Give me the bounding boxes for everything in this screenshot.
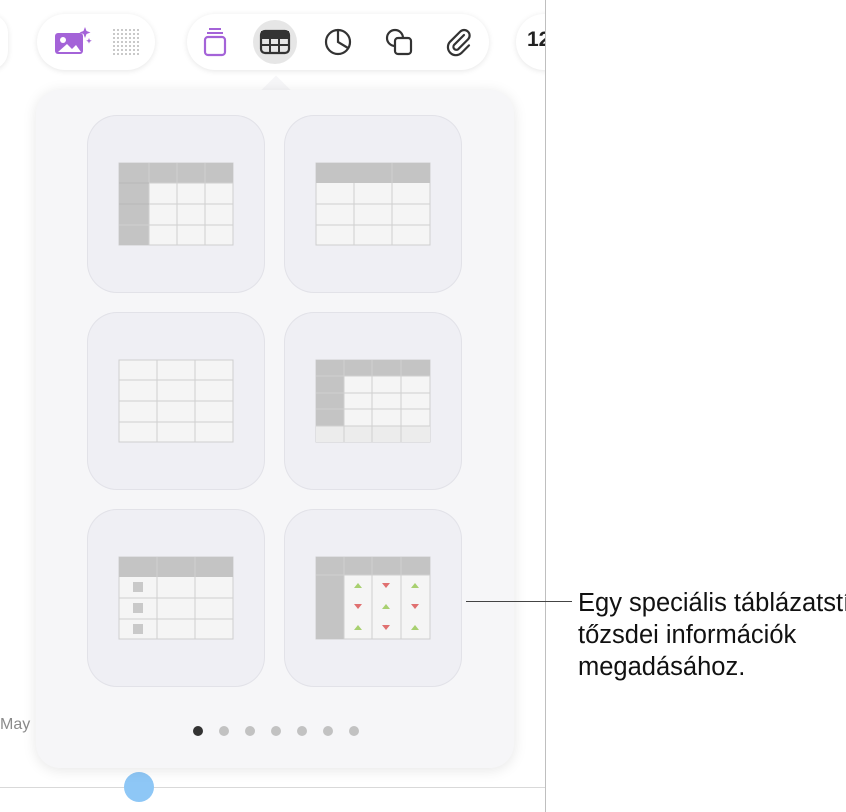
slider-knob[interactable] bbox=[124, 772, 154, 802]
table-thumbnail bbox=[315, 162, 431, 246]
table-style-header-row-column[interactable] bbox=[87, 115, 265, 293]
text-box-icon[interactable] bbox=[193, 20, 237, 64]
callout-line: Egy speciális táblázatstí bbox=[578, 589, 846, 617]
page-dot[interactable] bbox=[219, 726, 229, 736]
table-style-popover bbox=[36, 90, 514, 768]
table-thumbnail bbox=[118, 556, 234, 640]
app-screen: 12 May bbox=[0, 0, 546, 812]
grid-dots-icon[interactable] bbox=[104, 20, 148, 64]
callout-line: tőzsdei információk bbox=[578, 621, 797, 649]
image-sparkle-icon[interactable] bbox=[50, 20, 94, 64]
table-thumbnail bbox=[118, 162, 234, 246]
table-style-stock[interactable] bbox=[284, 509, 462, 687]
table-thumbnail bbox=[315, 556, 431, 640]
toolbar-left-stub bbox=[0, 14, 8, 70]
timeline-track bbox=[0, 787, 546, 788]
table-style-plain[interactable] bbox=[87, 312, 265, 490]
table-style-checklist[interactable] bbox=[87, 509, 265, 687]
table-style-header-row[interactable] bbox=[284, 115, 462, 293]
table-style-header-footer[interactable] bbox=[284, 312, 462, 490]
table-thumbnail bbox=[118, 359, 234, 443]
callout-caption: Egy speciális táblázatstí tőzsdei inform… bbox=[578, 587, 846, 683]
page-dot[interactable] bbox=[297, 726, 307, 736]
page-dot[interactable] bbox=[245, 726, 255, 736]
page-dot[interactable] bbox=[193, 726, 203, 736]
screen-edge bbox=[545, 0, 546, 812]
table-icon[interactable] bbox=[253, 20, 297, 64]
page-indicator[interactable] bbox=[193, 726, 359, 736]
axis-label: May bbox=[0, 716, 31, 733]
page-dot[interactable] bbox=[349, 726, 359, 736]
page-dot[interactable] bbox=[323, 726, 333, 736]
callout-leader-line bbox=[466, 601, 572, 602]
table-thumbnail bbox=[315, 359, 431, 443]
callout-line: megadásához. bbox=[578, 653, 746, 681]
shape-icon[interactable] bbox=[377, 20, 421, 64]
chart-icon[interactable] bbox=[316, 20, 360, 64]
page-dot[interactable] bbox=[271, 726, 281, 736]
page-number[interactable]: 12 bbox=[527, 28, 546, 52]
paperclip-icon[interactable] bbox=[437, 20, 481, 64]
